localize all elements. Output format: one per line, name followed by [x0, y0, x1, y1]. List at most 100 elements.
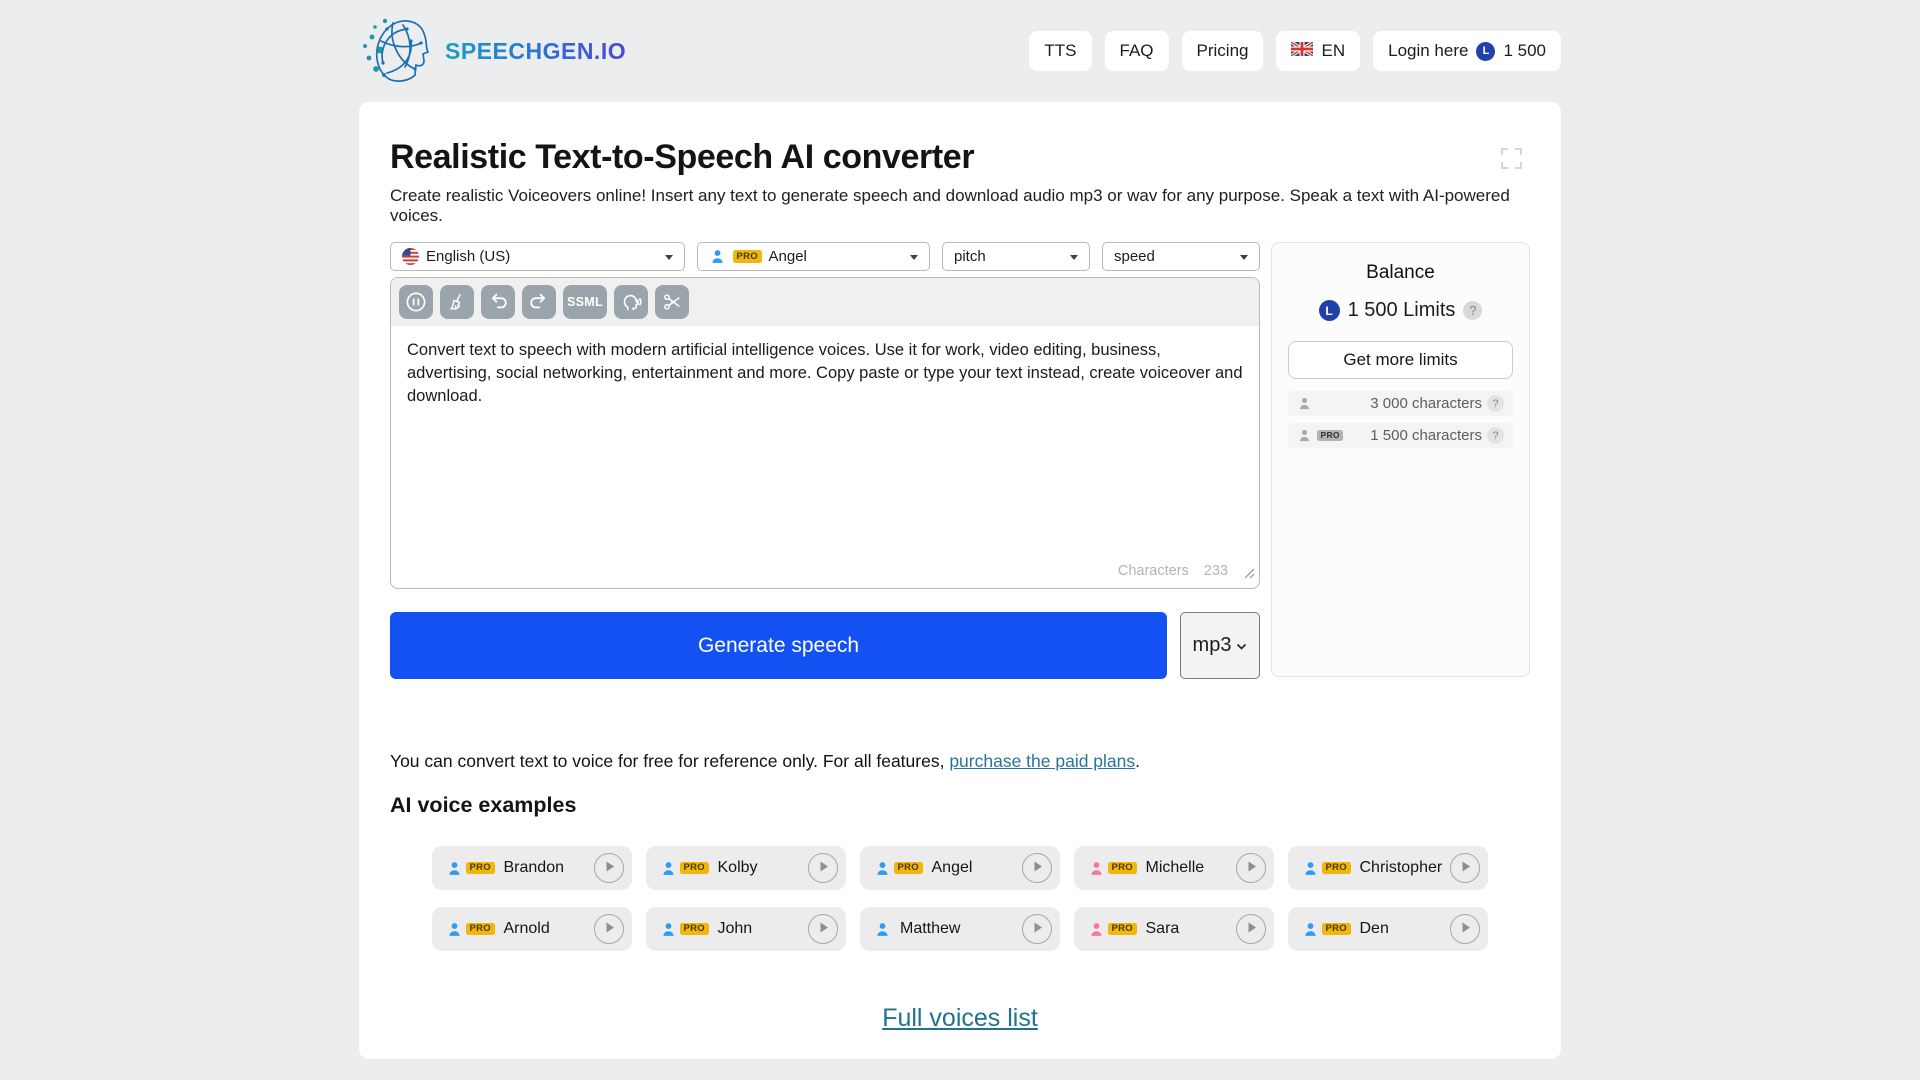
voice-card[interactable]: PRO Kolby [646, 846, 846, 890]
cut-button[interactable] [655, 285, 689, 319]
main-nav: TTS FAQ Pricing EN Login here L [1029, 31, 1561, 71]
voice-card[interactable]: PRO Arnold [432, 907, 632, 951]
chevron-down-icon [1236, 634, 1247, 657]
generate-speech-button[interactable]: Generate speech [390, 612, 1167, 679]
voice-name: Arnold [504, 920, 550, 938]
chevron-down-icon [910, 255, 918, 264]
nav-faq[interactable]: FAQ [1105, 31, 1169, 71]
voice-card[interactable]: PRO Sara [1074, 907, 1274, 951]
voice-controls: English (US) PRO Angel pitch [390, 242, 1260, 271]
balance-limits: L 1 500 Limits ? [1288, 299, 1513, 322]
speed-select[interactable]: speed [1102, 242, 1260, 271]
play-button[interactable] [808, 853, 838, 883]
person-icon [1088, 860, 1105, 877]
play-button[interactable] [808, 914, 838, 944]
speech-text-input[interactable]: Convert text to speech with modern artif… [391, 326, 1259, 421]
clean-button[interactable] [440, 285, 474, 319]
balance-limits-value: 1 500 Limits [1348, 299, 1456, 322]
nav-language-label: EN [1321, 41, 1345, 61]
play-button[interactable] [1450, 853, 1480, 883]
play-icon [603, 921, 616, 937]
voice-name: Sara [1146, 920, 1180, 938]
balance-panel: Balance L 1 500 Limits ? Get more limits… [1271, 242, 1530, 677]
nav-language[interactable]: EN [1276, 31, 1360, 71]
nav-pricing[interactable]: Pricing [1182, 31, 1264, 71]
voice-grid: PRO Brandon PRO Kolby PRO Angel [432, 846, 1488, 951]
voice-card[interactable]: PRO Angel [860, 846, 1060, 890]
limit-coin-icon: L [1476, 42, 1495, 61]
voice-card[interactable]: Matthew [860, 907, 1060, 951]
full-voices-list-link[interactable]: Full voices list [882, 1004, 1038, 1032]
language-select[interactable]: English (US) [390, 242, 685, 271]
paid-plans-link[interactable]: purchase the paid plans [949, 751, 1135, 771]
get-more-limits-button[interactable]: Get more limits [1288, 341, 1513, 379]
voice-card[interactable]: PRO Michelle [1074, 846, 1274, 890]
speed-select-value: speed [1114, 248, 1155, 265]
redo-button[interactable] [522, 285, 556, 319]
voice-select[interactable]: PRO Angel [697, 242, 930, 271]
person-icon [446, 860, 463, 877]
resize-handle[interactable] [1244, 566, 1255, 584]
play-icon [603, 860, 616, 876]
main-card: Realistic Text-to-Speech AI converter Cr… [359, 102, 1561, 1059]
voice-name: Den [1360, 920, 1389, 938]
brand-logo[interactable]: SPEECHGEN.IO [359, 13, 626, 90]
pro-badge: PRO [1322, 862, 1351, 875]
play-button[interactable] [594, 914, 624, 944]
nav-balance-value: 1 500 [1503, 41, 1546, 61]
person-icon [709, 248, 726, 265]
voice-preview-button[interactable] [614, 285, 648, 319]
pitch-select[interactable]: pitch [942, 242, 1090, 271]
voice-name: Christopher [1360, 859, 1443, 877]
pro-badge: PRO [680, 862, 709, 875]
pro-badge: PRO [466, 923, 495, 936]
play-button[interactable] [1022, 914, 1052, 944]
nav-login-label: Login here [1388, 41, 1468, 61]
pause-button[interactable] [399, 285, 433, 319]
play-button[interactable] [594, 853, 624, 883]
play-button[interactable] [1236, 914, 1266, 944]
format-select[interactable]: mp3 [1180, 612, 1260, 679]
play-icon [1459, 921, 1472, 937]
brand-name: SPEECHGEN.IO [445, 38, 626, 65]
play-button[interactable] [1236, 853, 1266, 883]
nav-tts[interactable]: TTS [1029, 31, 1091, 71]
help-icon[interactable]: ? [1487, 395, 1504, 412]
balance-title: Balance [1288, 262, 1513, 284]
person-icon [1297, 428, 1312, 443]
play-icon [817, 921, 830, 937]
free-limit-label: 3 000 characters [1370, 395, 1482, 412]
editor-toolbar: SSML [391, 278, 1259, 326]
voice-card[interactable]: PRO Brandon [432, 846, 632, 890]
play-button[interactable] [1450, 914, 1480, 944]
person-icon [660, 921, 677, 938]
play-icon [1245, 921, 1258, 937]
voice-name: Kolby [718, 859, 758, 877]
voice-card[interactable]: PRO Den [1288, 907, 1488, 951]
free-plan-notice: You can convert text to voice for free f… [390, 751, 1530, 772]
pro-badge: PRO [1108, 862, 1137, 875]
voice-card[interactable]: PRO John [646, 907, 846, 951]
fullscreen-icon[interactable] [1500, 147, 1523, 175]
help-icon[interactable]: ? [1487, 427, 1504, 444]
clean-icon [446, 291, 468, 313]
pitch-select-value: pitch [954, 248, 986, 265]
pro-limit-label: 1 500 characters [1370, 427, 1482, 444]
pro-badge: PRO [1108, 923, 1137, 936]
cut-icon [661, 291, 683, 313]
play-icon [1031, 921, 1044, 937]
nav-login[interactable]: Login here L 1 500 [1373, 31, 1561, 71]
pro-badge: PRO [733, 250, 762, 263]
pro-badge: PRO [680, 923, 709, 936]
help-icon[interactable]: ? [1463, 301, 1482, 320]
undo-button[interactable] [481, 285, 515, 319]
limit-coin-icon: L [1319, 300, 1340, 321]
play-button[interactable] [1022, 853, 1052, 883]
voice-card[interactable]: PRO Christopher [1288, 846, 1488, 890]
voice-name: Matthew [900, 920, 960, 938]
person-icon [660, 860, 677, 877]
person-icon [446, 921, 463, 938]
ssml-button[interactable]: SSML [563, 285, 607, 319]
pro-badge: PRO [894, 862, 923, 875]
pro-badge: PRO [1317, 430, 1343, 442]
